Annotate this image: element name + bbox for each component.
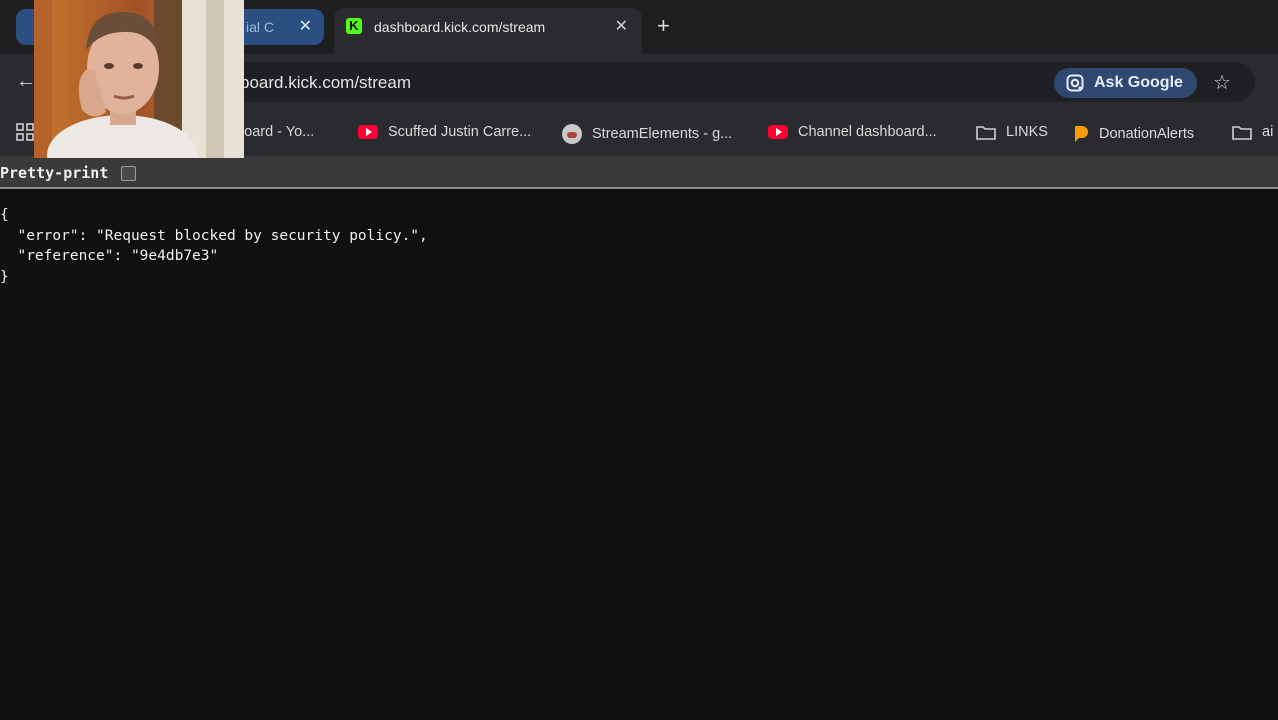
json-line: "reference": "9e4db7e3" — [0, 248, 219, 265]
bookmark-label: Channel dashboard... — [798, 124, 937, 140]
bookmark-folder[interactable]: ai — [1232, 124, 1273, 140]
bookmark-label: Scuffed Justin Carre... — [388, 124, 532, 140]
webcam-feed-image — [34, 0, 244, 158]
url-text[interactable]: board.kick.com/stream — [240, 73, 411, 93]
bookmark-item[interactable]: Channel dashboard... — [768, 124, 937, 140]
ask-google-label: Ask Google — [1094, 74, 1183, 91]
folder-icon — [1232, 126, 1252, 140]
ask-google-button[interactable]: Ask Google — [1054, 68, 1197, 98]
bookmark-folder[interactable]: LINKS — [976, 124, 1048, 140]
json-viewer-bar: Pretty-print — [0, 156, 1278, 189]
donationalerts-icon — [1075, 126, 1088, 142]
tab-title: ial C — [246, 19, 275, 35]
new-tab-button[interactable]: + — [657, 12, 670, 40]
tab-close-icon[interactable]: ✕ — [615, 16, 628, 36]
back-arrow-icon[interactable]: ← — [16, 70, 36, 93]
youtube-icon — [768, 125, 788, 140]
json-line: "error": "Request blocked by security po… — [0, 227, 428, 244]
bookmark-star-icon[interactable]: ☆ — [1213, 70, 1231, 95]
kick-favicon-icon: K — [346, 18, 362, 34]
webcam-overlay — [34, 0, 244, 158]
bookmark-label: StreamElements - g... — [592, 125, 733, 142]
tab-active[interactable]: K dashboard.kick.com/stream ✕ — [334, 8, 642, 54]
json-line: { — [0, 207, 9, 223]
bookmark-label: DonationAlerts — [1099, 125, 1195, 142]
bookmark-label: LINKS — [1006, 124, 1048, 140]
tab-title: dashboard.kick.com/stream — [374, 19, 546, 35]
json-response: { "error": "Request blocked by security … — [0, 205, 428, 287]
json-line: } — [0, 268, 9, 285]
folder-icon — [976, 126, 996, 140]
streamelements-icon — [562, 124, 582, 144]
bookmark-item[interactable]: DonationAlerts — [1073, 124, 1194, 144]
bookmark-item[interactable]: Scuffed Justin Carre... — [358, 124, 531, 140]
tab-close-icon[interactable]: ✕ — [299, 16, 312, 36]
pretty-print-label: Pretty-print — [0, 164, 109, 182]
pretty-print-checkbox[interactable] — [121, 166, 136, 181]
apps-grid-icon[interactable] — [16, 123, 34, 141]
bookmark-item[interactable]: StreamElements - g... — [562, 124, 732, 144]
bookmark-label: ai — [1262, 124, 1274, 140]
youtube-icon — [358, 125, 378, 140]
google-lens-icon — [1066, 74, 1084, 92]
